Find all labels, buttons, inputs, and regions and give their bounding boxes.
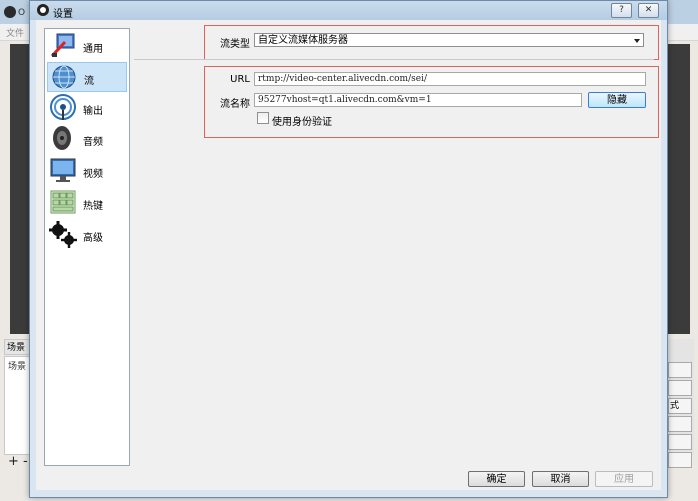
speaker-icon [53,126,71,150]
use-auth-label: 使用身份验证 [272,117,332,128]
hide-key-button[interactable]: 隐藏 [588,92,646,108]
preview-area-right [668,44,690,334]
add-scene-button[interactable]: + - [8,454,28,469]
obs-logo-icon [4,6,16,18]
chevron-down-icon [634,39,640,43]
stream-key-label: 流名称 [220,99,250,110]
scene-item[interactable]: 场景 [8,359,26,372]
use-auth-checkbox[interactable] [257,112,269,124]
sidebar-item-label: 热键 [83,201,103,212]
url-input[interactable]: rtmp://video-center.alivecdn.com/sei/ [254,72,646,86]
sidebar-item-label: 音频 [83,137,103,148]
sidebar-item-general[interactable]: 通用 [47,31,127,61]
output-signal-icon [50,94,76,120]
sidebar-item-video[interactable]: 视频 [47,156,127,186]
sidebar-item-audio[interactable]: 音频 [47,124,127,154]
section-separator [134,59,654,60]
control-button-label: 式 [670,401,680,411]
general-icon [50,33,75,58]
control-button[interactable] [668,362,692,378]
monitor-icon [50,158,76,182]
control-button[interactable] [668,416,692,432]
sidebar-item-advanced[interactable]: 高级 [47,220,127,250]
control-button[interactable] [668,380,692,396]
background-window-title: O [18,8,26,18]
close-button[interactable]: ✕ [638,3,659,18]
stream-type-value: 自定义流媒体服务器 [258,35,348,46]
sidebar-item-label: 视频 [83,169,103,180]
help-button[interactable]: ? [611,3,632,18]
settings-sidebar: 通用 流 输出 音频 视频 热键 高级 [44,28,130,466]
sidebar-item-hotkeys[interactable]: 热键 [47,188,127,218]
stream-type-label: 流类型 [220,39,250,50]
cancel-button[interactable]: 取消 [532,471,589,487]
keyboard-icon [50,190,76,214]
stream-globe-icon [52,65,76,89]
gears-icon [49,221,77,248]
settings-dialog: 设置 ? ✕ 通用 流 输出 音频 视频 热键 高级 流类型 自定义流媒体服务器… [29,0,668,498]
stream-key-input[interactable]: 95277vhost=qt1.alivecdn.com&vm=1 [254,93,582,107]
apply-button[interactable]: 应用 [595,471,653,487]
sidebar-item-stream[interactable]: 流 [47,62,127,92]
ok-button[interactable]: 确定 [468,471,525,487]
sidebar-item-label: 输出 [83,106,103,117]
url-label: URL [230,74,250,85]
control-button[interactable] [668,434,692,450]
control-button[interactable] [668,452,692,468]
menu-file[interactable]: 文件 [6,26,24,39]
sidebar-item-label: 通用 [83,44,103,55]
dialog-title: 设置 [53,9,73,20]
preview-area [10,44,30,334]
dialog-titlebar[interactable]: 设置 ? ✕ [30,1,667,20]
sidebar-item-label: 高级 [83,233,103,244]
obs-logo-icon [37,4,49,16]
stream-type-select[interactable]: 自定义流媒体服务器 [254,33,644,47]
dialog-body: 通用 流 输出 音频 视频 热键 高级 流类型 自定义流媒体服务器 URL rt… [36,20,661,490]
sidebar-item-label: 流 [84,76,94,87]
sidebar-item-output[interactable]: 输出 [47,93,127,123]
